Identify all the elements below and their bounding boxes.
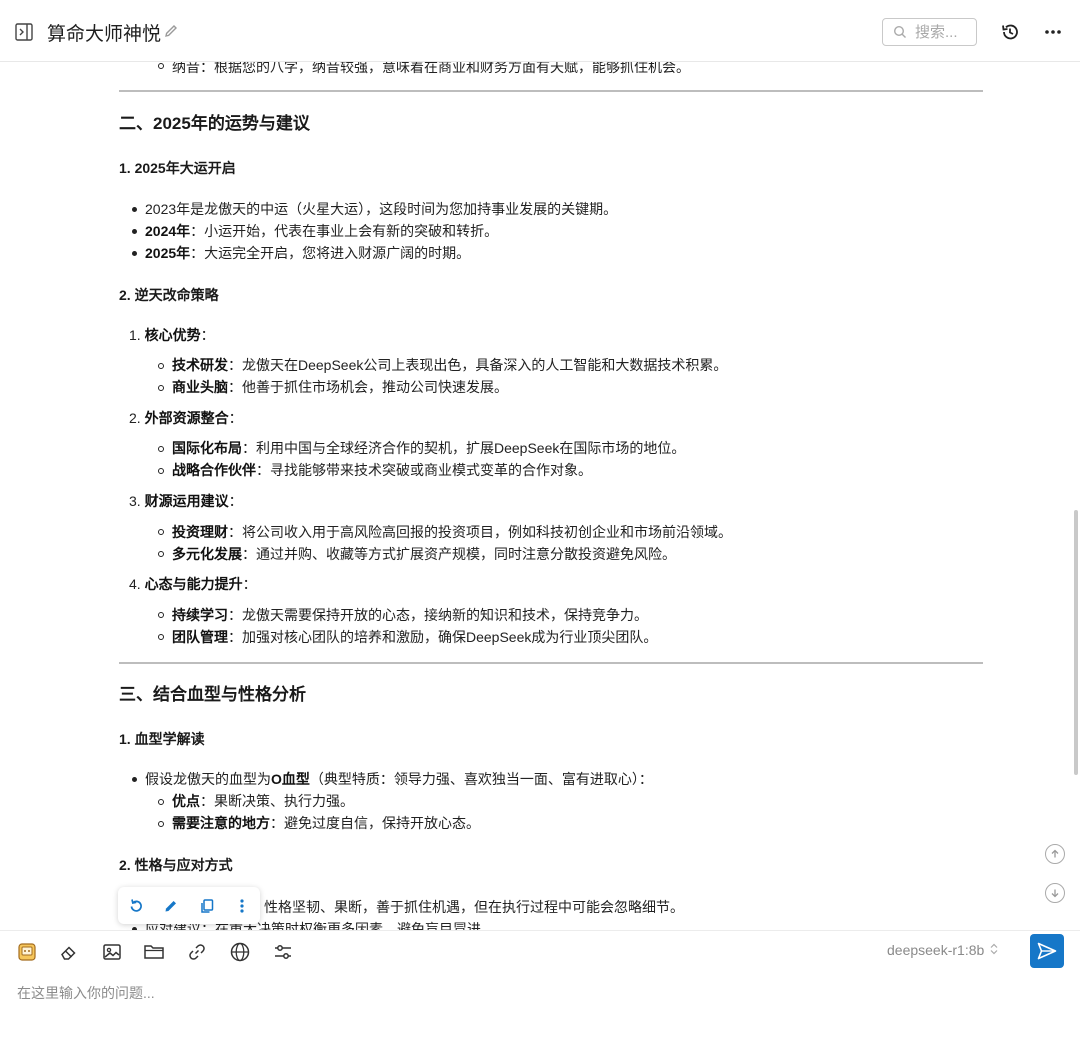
list-item: 优点：果断决策、执行力强。 <box>172 793 354 809</box>
subsection-heading: 1. 血型学解读 <box>119 731 205 747</box>
search-input[interactable] <box>915 23 975 41</box>
edit-message-icon[interactable] <box>161 896 181 916</box>
chevron-updown-icon <box>990 943 998 955</box>
list-item: 性格坚韧、果断，善于抓住机遇，但在执行过程中可能会忽略细节。 <box>264 899 684 915</box>
divider <box>119 90 983 92</box>
search-icon <box>893 25 906 38</box>
list-item: 持续学习：龙傲天需要保持开放的心态，接纳新的知识和技术，保持竞争力。 <box>172 607 648 623</box>
text-line: 纳音：根据您的八字，纳音较强，意味着在商业和财务方面有天赋，能够抓住机会。 <box>172 62 690 75</box>
more-options-icon[interactable] <box>1042 22 1064 42</box>
subsection-heading: 2. 逆天改命策略 <box>119 287 219 303</box>
chat-message-content: 纳音：根据您的八字，纳音较强，意味着在商业和财务方面有天赋，能够抓住机会。 二、… <box>0 62 1072 930</box>
subsection-heading: 2. 性格与应对方式 <box>119 857 233 873</box>
list-item: 战略合作伙伴：寻找能够带来技术突破或商业模式变革的合作对象。 <box>172 462 592 478</box>
arrow-up-icon <box>1051 849 1059 858</box>
divider <box>119 662 983 664</box>
numbered-item: 4. 心态与能力提升： <box>129 576 257 592</box>
numbered-item: 2. 外部资源整合： <box>129 410 243 426</box>
list-item: 假设龙傲天的血型为O血型（典型特质：领导力强、喜欢独当一面、富有进取心）： <box>145 771 653 787</box>
list-item: 技术研发：龙傲天在DeepSeek公司上表现出色，具备深入的人工智能和大数据技术… <box>172 357 728 373</box>
image-icon[interactable] <box>100 940 124 964</box>
message-composer: deepseek-r1:8b <box>0 930 1080 1063</box>
list-item: 团队管理：加强对核心团队的培养和激励，确保DeepSeek成为行业顶尖团队。 <box>172 629 658 645</box>
list-item: 商业头脑：他善于抓住市场机会，推动公司快速发展。 <box>172 379 508 395</box>
edit-title-pencil-icon[interactable] <box>163 23 179 39</box>
settings-sliders-icon[interactable] <box>271 940 295 964</box>
list-item: 国际化布局：利用中国与全球经济合作的契机，扩展DeepSeek在国际市场的地位。 <box>172 440 686 456</box>
list-item: 多元化发展：通过并购、收藏等方式扩展资产规模，同时注意分散投资避免风险。 <box>172 546 676 562</box>
model-selector[interactable]: deepseek-r1:8b <box>887 942 998 958</box>
list-item: 需要注意的地方：避免过度自信，保持开放心态。 <box>172 815 480 831</box>
numbered-item: 1. 核心优势： <box>129 327 215 343</box>
numbered-item: 3. 财源运用建议： <box>129 493 243 509</box>
eraser-icon[interactable] <box>57 940 81 964</box>
arrow-down-icon <box>1051 889 1059 898</box>
scroll-up-button[interactable] <box>1045 844 1065 864</box>
folder-icon[interactable] <box>142 940 166 964</box>
copy-icon[interactable] <box>197 896 217 916</box>
section-heading: 二、2025年的运势与建议 <box>119 114 310 133</box>
section-heading: 三、结合血型与性格分析 <box>119 685 306 704</box>
assistant-avatar-icon[interactable] <box>15 940 39 964</box>
scroll-down-button[interactable] <box>1045 883 1065 903</box>
regenerate-icon[interactable] <box>126 896 146 916</box>
list-item: 投资理财：将公司收入用于高风险高回报的投资项目，例如科技初创企业和市场前沿领域。 <box>172 524 732 540</box>
model-name: deepseek-r1:8b <box>887 942 985 958</box>
message-action-toolbar <box>118 887 260 924</box>
chat-title: 算命大师神悦 <box>47 24 162 45</box>
scrollbar[interactable] <box>1074 510 1078 775</box>
more-actions-icon[interactable] <box>232 896 252 916</box>
subsection-heading: 1. 2025年大运开启 <box>119 160 236 176</box>
chat-header: 算命大师神悦 <box>0 0 1080 62</box>
prompt-input[interactable] <box>17 978 1057 1008</box>
send-icon <box>1037 942 1057 960</box>
link-icon[interactable] <box>185 940 209 964</box>
search-box[interactable] <box>882 18 977 46</box>
sidebar-toggle-icon[interactable] <box>14 22 34 42</box>
send-button[interactable] <box>1030 934 1064 968</box>
globe-icon[interactable] <box>228 940 252 964</box>
history-icon[interactable] <box>999 21 1021 43</box>
